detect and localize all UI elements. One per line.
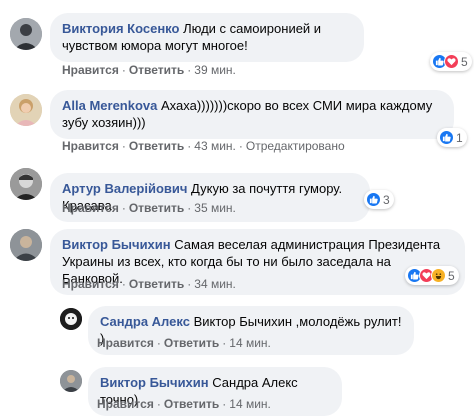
reaction-summary[interactable]: 3: [364, 190, 394, 209]
love-reaction-icon: [444, 54, 459, 69]
like-link[interactable]: Нравится: [62, 63, 119, 77]
timestamp[interactable]: 14 мин.: [229, 397, 271, 411]
timestamp[interactable]: 39 мин.: [194, 63, 236, 77]
reply-link[interactable]: Ответить: [129, 201, 184, 215]
timestamp[interactable]: 14 мин.: [229, 336, 271, 350]
like-link[interactable]: Нравится: [62, 139, 119, 153]
avatar[interactable]: [10, 94, 42, 126]
comment-author[interactable]: Alla Merenkova: [62, 98, 157, 113]
reaction-count: 1: [456, 130, 463, 145]
reaction-summary[interactable]: 1: [437, 128, 467, 147]
comment-actions: Нравится · Ответить · 43 мин. · Отредактирован…: [62, 139, 345, 153]
like-link[interactable]: Нравится: [62, 201, 119, 215]
like-link[interactable]: Нравится: [62, 277, 119, 291]
comment-author[interactable]: Артур Валерійович: [62, 181, 187, 196]
reaction-count: 5: [461, 54, 468, 69]
comment-author[interactable]: Сандра Алекс: [100, 314, 190, 329]
timestamp[interactable]: 43 мин.: [194, 139, 236, 153]
comment-actions: Нравится · Ответить · 35 мин.: [62, 201, 236, 215]
edited-label[interactable]: Отредактировано: [246, 139, 345, 153]
like-reaction-icon: [439, 130, 454, 145]
comment-actions: Нравится · Ответить · 39 мин.: [62, 63, 236, 77]
like-link[interactable]: Нравится: [97, 336, 154, 350]
reply-link[interactable]: Ответить: [129, 63, 184, 77]
person-icon: [10, 229, 42, 261]
person-icon: [60, 308, 82, 330]
comment-author[interactable]: Виктор Бычихин: [100, 375, 209, 390]
reaction-summary[interactable]: 5: [430, 52, 472, 71]
comment-author[interactable]: Виктор Бычихин: [62, 237, 171, 252]
timestamp[interactable]: 35 мин.: [194, 201, 236, 215]
comment-actions: Нравится · Ответить · 34 мин.: [62, 277, 236, 291]
comment-bubble: Виктория Косенко Люди с самоиронией и чу…: [50, 13, 364, 62]
comment-actions: Нравится · Ответить · 14 мин.: [97, 336, 271, 350]
person-icon: [10, 18, 42, 50]
reply-link[interactable]: Ответить: [129, 139, 184, 153]
reaction-summary[interactable]: 5: [405, 266, 459, 285]
avatar[interactable]: [60, 370, 82, 392]
reaction-count: 3: [383, 192, 390, 207]
avatar[interactable]: [10, 229, 42, 261]
reply-link[interactable]: Ответить: [164, 336, 219, 350]
haha-reaction-icon: [431, 268, 446, 283]
person-icon: [10, 168, 42, 200]
comment-bubble: Alla Merenkova Ахаха)))))))скоро во всех…: [50, 90, 454, 139]
reply-link[interactable]: Ответить: [164, 397, 219, 411]
avatar[interactable]: [10, 18, 42, 50]
like-reaction-icon: [366, 192, 381, 207]
person-icon: [10, 94, 42, 126]
comment-author[interactable]: Виктория Косенко: [62, 21, 179, 36]
timestamp[interactable]: 34 мин.: [194, 277, 236, 291]
person-icon: [60, 370, 82, 392]
avatar[interactable]: [10, 168, 42, 200]
reply-link[interactable]: Ответить: [129, 277, 184, 291]
reaction-count: 5: [448, 268, 455, 283]
avatar[interactable]: [60, 308, 82, 330]
like-link[interactable]: Нравится: [97, 397, 154, 411]
comment-actions: Нравится · Ответить · 14 мин.: [97, 397, 271, 411]
